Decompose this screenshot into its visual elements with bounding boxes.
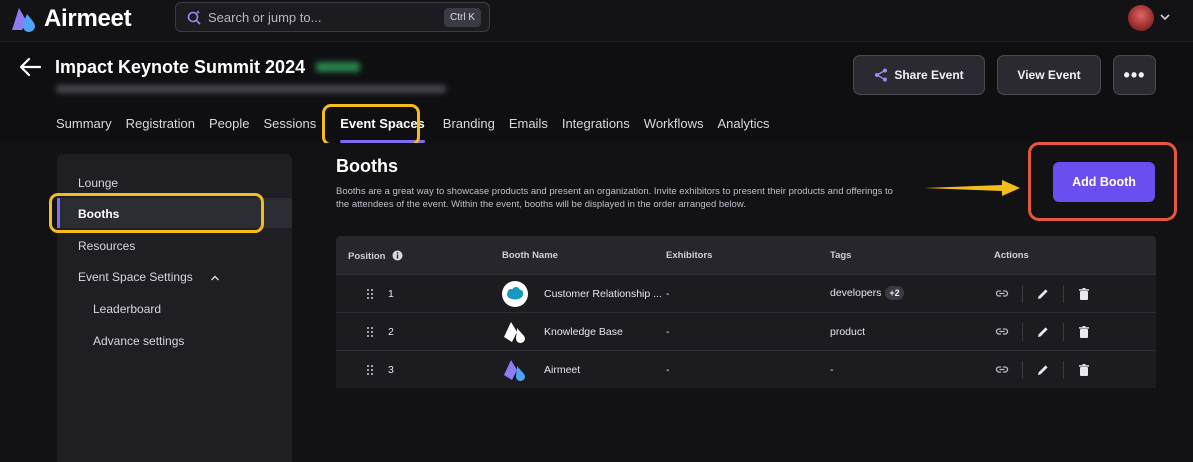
page-description: Booths are a great way to showcase produ… xyxy=(336,186,893,210)
tab-emails[interactable]: Emails xyxy=(509,115,548,135)
drag-handle-icon[interactable] xyxy=(366,364,374,376)
booth-position: 3 xyxy=(388,364,394,376)
action-divider xyxy=(1022,285,1023,303)
booth-name[interactable]: Knowledge Base xyxy=(544,326,623,338)
pointer-arrow-annotation xyxy=(924,180,1020,196)
event-tabs: Summary Registration People Sessions Eve… xyxy=(56,115,784,143)
edit-pencil-icon[interactable] xyxy=(1036,363,1050,377)
chevron-down-icon[interactable] xyxy=(1159,11,1171,23)
delete-trash-icon[interactable] xyxy=(1077,325,1091,339)
user-avatar[interactable] xyxy=(1128,5,1154,31)
booth-tags: developers +2 xyxy=(830,286,904,300)
tab-people[interactable]: People xyxy=(209,115,249,135)
tab-registration[interactable]: Registration xyxy=(126,115,195,135)
tab-event-spaces[interactable]: Event Spaces xyxy=(340,115,425,143)
event-meta-info xyxy=(56,85,446,93)
booth-exhibitors: - xyxy=(666,364,670,376)
tag-label: developers xyxy=(830,286,882,299)
search-shortcut-badge: Ctrl K xyxy=(444,8,481,27)
share-icon xyxy=(875,68,888,82)
delete-trash-icon[interactable] xyxy=(1077,287,1091,301)
drag-handle-icon[interactable] xyxy=(366,288,374,300)
tag-label: product xyxy=(830,326,866,338)
column-header-actions: Actions xyxy=(994,250,1029,261)
salesforce-logo-icon xyxy=(502,281,528,307)
search-placeholder: Search or jump to... xyxy=(208,9,322,25)
more-tags-badge[interactable]: +2 xyxy=(885,286,904,300)
action-divider xyxy=(1022,323,1023,341)
page-title: Booths xyxy=(336,156,398,176)
booth-tags: - xyxy=(830,364,834,376)
event-spaces-sidebar: Lounge Booths Resources Event Space Sett… xyxy=(57,154,292,462)
booth-exhibitors: - xyxy=(666,326,670,338)
sidebar-item-label: Event Space Settings xyxy=(78,270,193,284)
more-options-button[interactable]: ••• xyxy=(1113,55,1156,95)
action-divider xyxy=(1063,285,1064,303)
app-name: Airmeet xyxy=(44,5,132,32)
booths-table: Position Booth Name Exhibitors Tags Acti… xyxy=(336,236,1156,388)
booth-name[interactable]: Customer Relationship ... xyxy=(544,288,662,300)
booth-position: 1 xyxy=(388,288,394,300)
column-header-booth-name: Booth Name xyxy=(502,250,558,261)
edit-pencil-icon[interactable] xyxy=(1036,325,1050,339)
sidebar-item-leaderboard[interactable]: Leaderboard xyxy=(93,302,161,316)
add-booth-button[interactable]: Add Booth xyxy=(1053,162,1155,202)
action-divider xyxy=(1063,361,1064,379)
edit-pencil-icon[interactable] xyxy=(1036,287,1050,301)
view-event-label: View Event xyxy=(1017,68,1081,82)
table-header: Position Booth Name Exhibitors Tags Acti… xyxy=(336,236,1156,274)
app-logo[interactable]: Airmeet xyxy=(10,5,132,33)
chevron-up-icon xyxy=(211,275,220,281)
tab-workflows[interactable]: Workflows xyxy=(644,115,704,135)
link-icon[interactable] xyxy=(995,287,1009,301)
sidebar-item-event-space-settings[interactable]: Event Space Settings xyxy=(78,270,220,284)
sidebar-item-advance-settings[interactable]: Advance settings xyxy=(93,334,184,348)
table-row: 1 Customer Relationship ... - developers… xyxy=(336,274,1156,312)
share-event-button[interactable]: Share Event xyxy=(853,55,985,95)
action-divider xyxy=(1022,361,1023,379)
column-header-exhibitors: Exhibitors xyxy=(666,250,713,261)
airmeet-logo-icon xyxy=(502,357,528,383)
booth-position: 2 xyxy=(388,326,394,338)
tag-label: - xyxy=(830,364,834,376)
search-sparkle-icon xyxy=(187,10,201,25)
column-header-position: Position xyxy=(348,250,403,262)
table-row: 2 Knowledge Base - product xyxy=(336,312,1156,350)
booth-tags: product xyxy=(830,326,865,338)
event-title: Impact Keynote Summit 2024 xyxy=(55,57,306,77)
tab-sessions[interactable]: Sessions xyxy=(263,115,316,135)
airmeet-logo-icon xyxy=(12,8,35,32)
booth-exhibitors: - xyxy=(666,288,670,300)
event-status-badge xyxy=(316,62,360,72)
tab-analytics[interactable]: Analytics xyxy=(718,115,770,135)
tab-summary[interactable]: Summary xyxy=(56,115,112,135)
sidebar-item-resources[interactable]: Resources xyxy=(78,239,135,253)
tab-integrations[interactable]: Integrations xyxy=(562,115,630,135)
info-icon[interactable] xyxy=(392,250,403,261)
knowledge-base-logo-icon xyxy=(502,319,528,345)
column-header-label: Position xyxy=(348,251,386,262)
back-arrow-icon[interactable] xyxy=(18,57,42,77)
tab-branding[interactable]: Branding xyxy=(443,115,495,135)
search-input[interactable]: Search or jump to... Ctrl K xyxy=(175,2,490,32)
table-row: 3 Airmeet - - xyxy=(336,350,1156,388)
link-icon[interactable] xyxy=(995,325,1009,339)
delete-trash-icon[interactable] xyxy=(1077,363,1091,377)
more-options-icon: ••• xyxy=(1123,64,1146,85)
top-bar: Airmeet Search or jump to... Ctrl K xyxy=(0,0,1193,42)
drag-handle-icon[interactable] xyxy=(366,326,374,338)
column-header-tags: Tags xyxy=(830,250,852,261)
sidebar-item-booths[interactable]: Booths xyxy=(78,207,119,221)
link-icon[interactable] xyxy=(995,363,1009,377)
sidebar-active-indicator xyxy=(57,198,60,228)
booth-name[interactable]: Airmeet xyxy=(544,364,580,376)
sidebar-item-lounge[interactable]: Lounge xyxy=(78,176,118,190)
view-event-button[interactable]: View Event xyxy=(997,55,1101,95)
action-divider xyxy=(1063,323,1064,341)
share-event-label: Share Event xyxy=(894,68,964,82)
